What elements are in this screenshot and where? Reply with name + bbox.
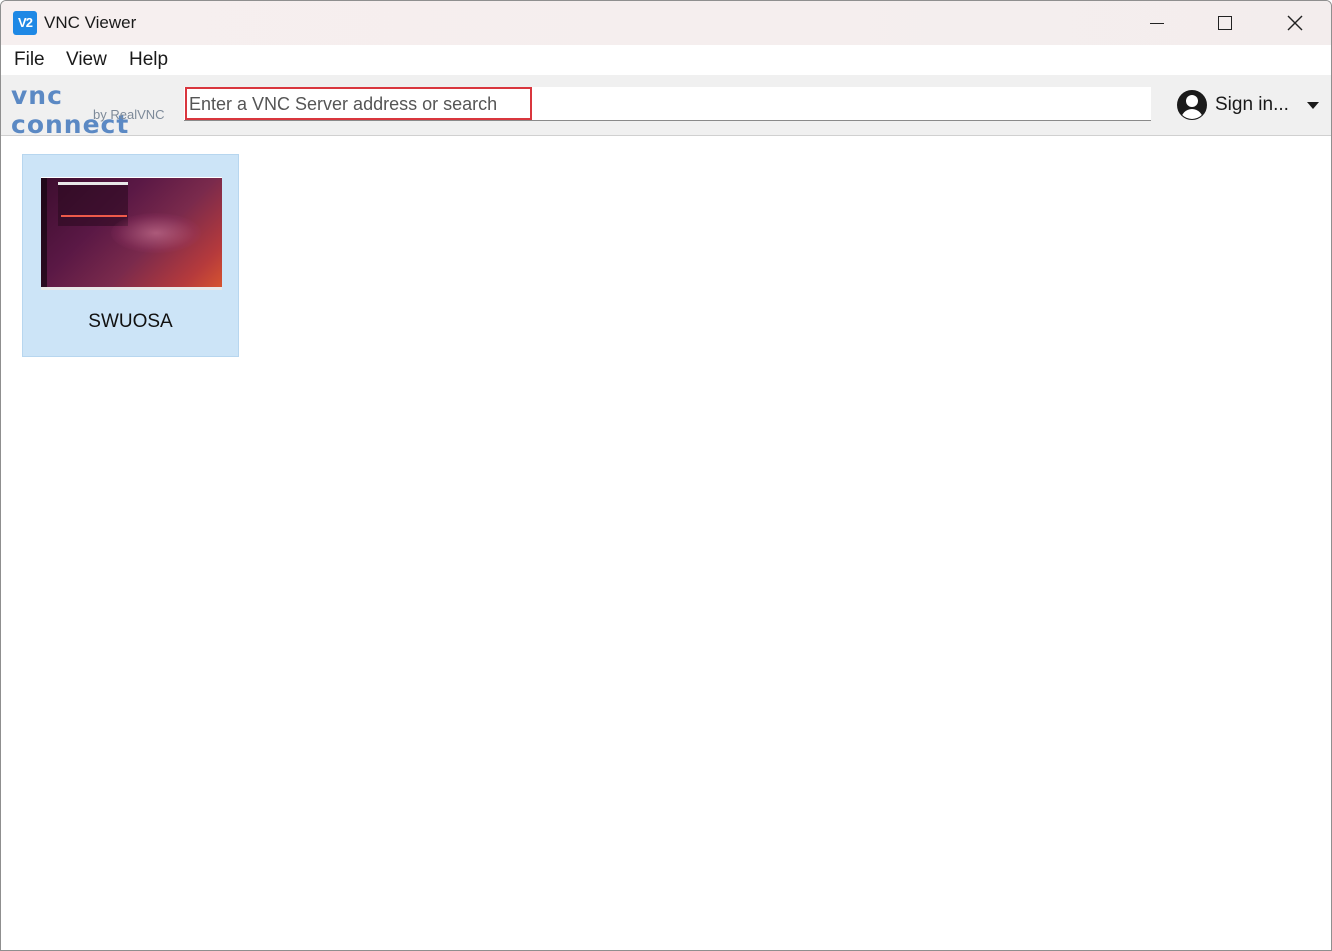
chevron-down-icon[interactable] <box>1306 101 1319 109</box>
minimize-button[interactable] <box>1123 1 1191 45</box>
menu-file[interactable]: File <box>14 49 45 71</box>
minimize-icon <box>1150 22 1164 24</box>
logo-byline: by RealVNC <box>93 107 165 122</box>
toolbar: vnc connect by RealVNC Sign in... <box>1 75 1331 139</box>
menu-view[interactable]: View <box>66 49 107 71</box>
thumbnail-wallpaper-swirl <box>111 213 201 253</box>
menu-bar: File View Help <box>1 45 1331 75</box>
sign-in-label: Sign in... <box>1215 94 1289 115</box>
thumbnail-dock <box>41 178 47 290</box>
sign-in-button[interactable]: Sign in... <box>1177 89 1319 121</box>
thumbnail-highlight <box>61 215 127 217</box>
maximize-icon <box>1218 16 1232 30</box>
maximize-button[interactable] <box>1191 1 1259 45</box>
thumbnail-window <box>58 182 128 226</box>
avatar-head <box>1186 95 1198 107</box>
search-input[interactable] <box>184 87 1151 121</box>
address-book-area[interactable]: SWUOSA <box>1 136 1331 950</box>
window-title: VNC Viewer <box>44 13 137 32</box>
avatar-body <box>1181 109 1203 119</box>
menu-help[interactable]: Help <box>129 49 168 71</box>
connection-thumbnail <box>41 177 222 290</box>
close-button[interactable] <box>1261 1 1329 45</box>
connection-name: SWUOSA <box>88 311 173 332</box>
connection-tile[interactable]: SWUOSA <box>22 154 239 357</box>
vnc-viewer-window: V2 VNC Viewer File View Help vnc connect… <box>0 0 1332 951</box>
title-bar[interactable]: V2 VNC Viewer <box>1 1 1331 45</box>
search-box[interactable] <box>184 87 1151 121</box>
thumbnail-titlebar <box>58 182 128 185</box>
close-icon <box>1287 15 1303 31</box>
vnc-connect-logo: vnc connect by RealVNC <box>11 81 171 139</box>
thumbnail-bottom-bar <box>41 287 222 290</box>
user-avatar-icon <box>1177 90 1207 120</box>
vnc-viewer-app-icon: V2 <box>13 11 37 35</box>
